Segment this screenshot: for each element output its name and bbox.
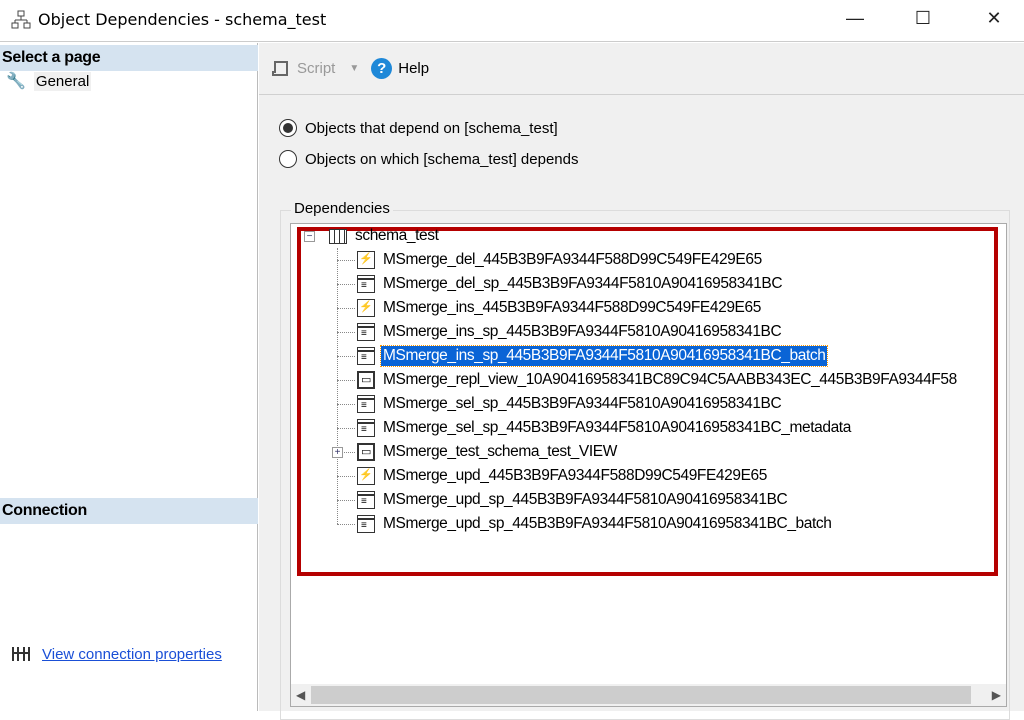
tree-line <box>337 476 355 477</box>
tree-line <box>337 524 355 525</box>
tree-item-label: MSmerge_del_sp_445B3B9FA9344F5810A904169… <box>383 275 783 292</box>
tree-line <box>337 284 355 285</box>
tree-line <box>337 260 355 261</box>
collapse-icon[interactable]: − <box>304 231 315 242</box>
dependencies-label: Dependencies <box>291 200 393 217</box>
chevron-down-icon[interactable]: ▼ <box>349 63 359 74</box>
view-icon: ▭ <box>357 443 375 461</box>
select-page-header: Select a page <box>0 45 258 71</box>
radio-depend-on-button[interactable] <box>279 119 297 137</box>
minimize-button[interactable]: — <box>832 0 878 36</box>
radio-depends-label: Objects on which [schema_test] depends <box>305 150 579 168</box>
wrench-icon: 🔧 <box>6 73 26 90</box>
tree-item[interactable]: ⚡ MSmerge_del_445B3B9FA9344F588D99C549FE4… <box>357 249 764 271</box>
tree-item-label: MSmerge_repl_view_10A90416958341BC89C94C… <box>383 371 957 388</box>
page-general[interactable]: 🔧 General <box>6 71 92 91</box>
tree-item[interactable]: MSmerge_ins_sp_445B3B9FA9344F5810A904169… <box>357 345 829 367</box>
scroll-right-icon[interactable]: ▶ <box>992 688 1001 702</box>
tree-item[interactable]: ▭ MSmerge_test_schema_test_VIEW <box>357 441 619 463</box>
connection-icon <box>12 647 30 661</box>
dependencies-icon <box>11 10 31 29</box>
tree-item[interactable]: MSmerge_upd_sp_445B3B9FA9344F5810A904169… <box>357 489 789 511</box>
tree-item-label: MSmerge_ins_sp_445B3B9FA9344F5810A904169… <box>383 323 782 340</box>
tree-root[interactable]: schema_test <box>329 225 440 247</box>
help-label: Help <box>398 60 430 77</box>
stored-procedure-icon <box>357 491 375 509</box>
tree-line <box>337 308 355 309</box>
script-label: Script <box>297 60 336 77</box>
stored-procedure-icon <box>357 515 375 533</box>
tree-item-label: MSmerge_del_445B3B9FA9344F588D99C549FE42… <box>383 251 762 268</box>
trigger-icon: ⚡ <box>357 251 375 269</box>
stored-procedure-icon <box>357 347 375 365</box>
page-selector-panel: Select a page 🔧 General Connection View … <box>0 43 258 711</box>
scroll-thumb[interactable] <box>311 686 971 704</box>
script-icon <box>272 60 288 76</box>
page-general-label: General <box>33 71 92 91</box>
radio-depend-on-label: Objects that depend on [schema_test] <box>305 119 558 137</box>
tree-item[interactable]: MSmerge_sel_sp_445B3B9FA9344F5810A904169… <box>357 417 853 439</box>
view-icon: ▭ <box>357 371 375 389</box>
maximize-button[interactable]: ☐ <box>900 0 946 36</box>
dependencies-group: Dependencies ◀ ▶ − schema_test ⚡ MSmerge_de… <box>280 200 1010 720</box>
tree-line <box>337 380 355 381</box>
radio-depend-on[interactable]: Objects that depend on [schema_test] <box>279 119 558 137</box>
window-title: Object Dependencies - schema_test <box>38 10 327 29</box>
tree-item-label: MSmerge_sel_sp_445B3B9FA9344F5810A904169… <box>383 395 782 412</box>
table-icon <box>329 228 347 244</box>
scroll-left-icon[interactable]: ◀ <box>296 688 305 702</box>
view-connection-properties-link[interactable]: View connection properties <box>42 646 222 663</box>
tree-item[interactable]: ⚡ MSmerge_upd_445B3B9FA9344F588D99C549FE4… <box>357 465 769 487</box>
toolbar: Script ▼ ? Help <box>259 43 1024 95</box>
tree-item-label: MSmerge_ins_sp_445B3B9FA9344F5810A904169… <box>379 345 829 367</box>
tree-item[interactable]: ▭ MSmerge_repl_view_10A90416958341BC89C94… <box>357 369 959 391</box>
stored-procedure-icon <box>357 419 375 437</box>
dependencies-tree[interactable]: ◀ ▶ − schema_test ⚡ MSmerge_del_445B3B9FA93… <box>290 223 1007 707</box>
stored-procedure-icon <box>357 395 375 413</box>
stored-procedure-icon <box>357 275 375 293</box>
connection-header: Connection <box>0 498 258 524</box>
tree-item[interactable]: MSmerge_sel_sp_445B3B9FA9344F5810A904169… <box>357 393 783 415</box>
trigger-icon: ⚡ <box>357 467 375 485</box>
tree-item[interactable]: ⚡ MSmerge_ins_445B3B9FA9344F588D99C549FE4… <box>357 297 763 319</box>
tree-item[interactable]: MSmerge_del_sp_445B3B9FA9344F5810A904169… <box>357 273 784 295</box>
tree-item[interactable]: MSmerge_ins_sp_445B3B9FA9344F5810A904169… <box>357 321 783 343</box>
tree-item[interactable]: MSmerge_upd_sp_445B3B9FA9344F5810A904169… <box>357 513 833 535</box>
expand-icon[interactable]: + <box>332 447 343 458</box>
tree-item-label: MSmerge_test_schema_test_VIEW <box>383 443 617 460</box>
tree-root-label: schema_test <box>355 227 439 244</box>
main-panel: Script ▼ ? Help Objects that depend on [… <box>259 43 1024 720</box>
tree-item-label: MSmerge_sel_sp_445B3B9FA9344F5810A904169… <box>383 419 851 436</box>
tree-item-label: MSmerge_upd_sp_445B3B9FA9344F5810A904169… <box>383 491 788 508</box>
tree-line <box>337 332 355 333</box>
tree-line <box>337 500 355 501</box>
trigger-icon: ⚡ <box>357 299 375 317</box>
stored-procedure-icon <box>357 323 375 341</box>
radio-depends[interactable]: Objects on which [schema_test] depends <box>279 150 579 168</box>
tree-line <box>337 428 355 429</box>
close-button[interactable]: ✕ <box>971 0 1017 36</box>
tree-line <box>337 404 355 405</box>
tree-line <box>337 356 355 357</box>
script-button[interactable]: Script ▼ <box>271 59 359 79</box>
help-icon: ? <box>371 58 393 79</box>
tree-item-label: MSmerge_ins_445B3B9FA9344F588D99C549FE42… <box>383 299 761 316</box>
title-bar: Object Dependencies - schema_test — ☐ ✕ <box>0 0 1024 42</box>
radio-depends-button[interactable] <box>279 150 297 168</box>
tree-item-label: MSmerge_upd_sp_445B3B9FA9344F5810A904169… <box>383 515 832 532</box>
tree-item-label: MSmerge_upd_445B3B9FA9344F588D99C549FE42… <box>383 467 767 484</box>
tree-line <box>337 248 338 524</box>
help-button[interactable]: ? Help <box>371 58 429 79</box>
horizontal-scrollbar[interactable]: ◀ ▶ <box>291 684 1006 706</box>
